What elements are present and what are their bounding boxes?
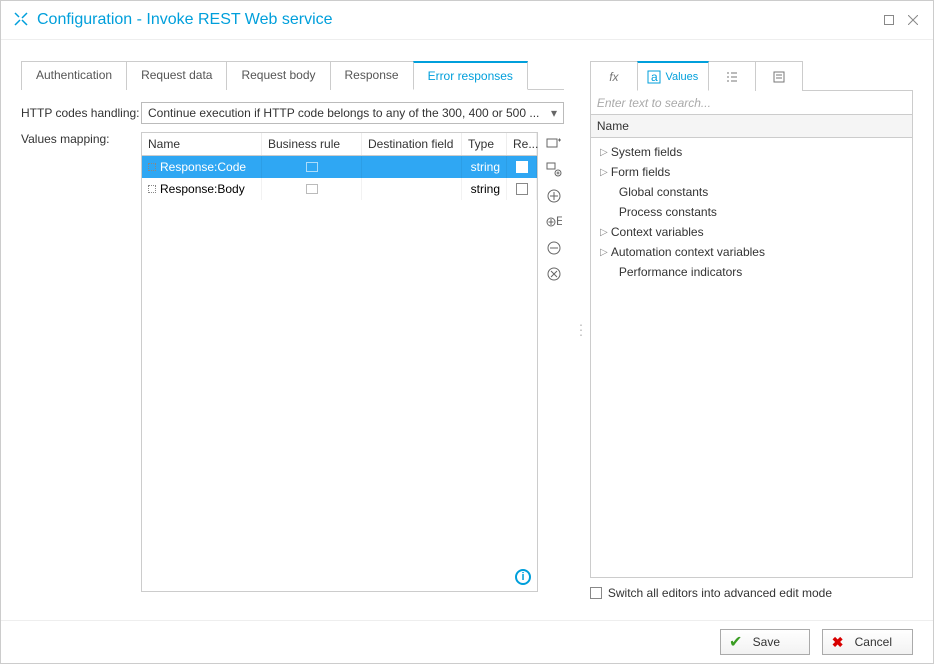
tab-authentication[interactable]: Authentication	[21, 61, 127, 90]
values-mapping-table: Name Business rule Destination field Typ…	[141, 132, 538, 592]
re-checkbox[interactable]	[516, 161, 528, 173]
tab-list[interactable]	[708, 61, 756, 91]
maximize-icon[interactable]	[881, 12, 897, 28]
expand-icon[interactable]: ▷	[597, 167, 611, 178]
cancel-icon: ✖	[831, 635, 845, 649]
switch-advanced-checkbox[interactable]	[590, 587, 602, 599]
left-pane: Authentication Request data Request body…	[21, 60, 564, 600]
tab-form[interactable]	[755, 61, 803, 91]
col-business-rule[interactable]: Business rule	[262, 133, 362, 155]
rule-icon[interactable]	[306, 162, 318, 172]
add-icon[interactable]	[544, 186, 564, 206]
drag-handle-icon[interactable]	[148, 185, 156, 193]
delete-icon[interactable]	[544, 264, 564, 284]
tab-values[interactable]: a Values	[637, 61, 709, 91]
expand-icon[interactable]: ▷	[597, 227, 611, 238]
check-icon: ✔	[729, 635, 743, 649]
tree-item-automation-context-variables[interactable]: ▷Automation context variables	[591, 242, 912, 262]
expand-icon[interactable]: ▷	[597, 247, 611, 258]
tree-item-process-constants[interactable]: Process constants	[591, 202, 912, 222]
close-icon[interactable]	[905, 12, 921, 28]
col-type[interactable]: Type	[462, 133, 507, 155]
tree-item-system-fields[interactable]: ▷System fields	[591, 142, 912, 162]
tree-item-context-variables[interactable]: ▷Context variables	[591, 222, 912, 242]
table-row[interactable]: Response:Body string	[142, 178, 537, 200]
cancel-button[interactable]: ✖ Cancel	[822, 629, 913, 655]
table-row[interactable]: Response:Code string	[142, 156, 537, 178]
tree-header-name[interactable]: Name	[590, 115, 913, 138]
tab-request-body[interactable]: Request body	[226, 61, 330, 90]
info-icon[interactable]: i	[515, 569, 531, 585]
tools-icon	[13, 11, 29, 30]
chevron-down-icon: ▾	[551, 106, 557, 120]
http-handling-value: Continue execution if HTTP code belongs …	[148, 106, 539, 120]
add-sublink-icon[interactable]	[544, 160, 564, 180]
http-handling-dropdown[interactable]: Continue execution if HTTP code belongs …	[141, 102, 564, 124]
tree-item-form-fields[interactable]: ▷Form fields	[591, 162, 912, 182]
col-destination-field[interactable]: Destination field	[362, 133, 462, 155]
table-actions: E	[544, 132, 564, 284]
col-re[interactable]: Re...	[507, 133, 537, 155]
re-checkbox[interactable]	[516, 183, 528, 195]
tree-item-performance-indicators[interactable]: Performance indicators	[591, 262, 912, 282]
titlebar: Configuration - Invoke REST Web service	[1, 1, 933, 40]
values-tree: ▷System fields ▷Form fields Global const…	[590, 138, 913, 578]
add-e-icon[interactable]: E	[544, 212, 564, 232]
add-link-icon[interactable]	[544, 134, 564, 154]
tab-response[interactable]: Response	[330, 61, 414, 90]
rule-icon[interactable]	[306, 184, 318, 194]
svg-text:E: E	[556, 214, 562, 228]
expand-icon[interactable]: ▷	[597, 147, 611, 158]
config-window: Configuration - Invoke REST Web service …	[0, 0, 934, 664]
tab-request-data[interactable]: Request data	[126, 61, 227, 90]
remove-icon[interactable]	[544, 238, 564, 258]
drag-handle-icon[interactable]	[148, 163, 156, 171]
tab-fx[interactable]: fx	[590, 61, 638, 91]
save-button[interactable]: ✔ Save	[720, 629, 810, 655]
tab-error-responses[interactable]: Error responses	[413, 61, 528, 90]
window-title: Configuration - Invoke REST Web service	[37, 11, 333, 29]
tree-item-global-constants[interactable]: Global constants	[591, 182, 912, 202]
main-tabs: Authentication Request data Request body…	[21, 60, 564, 90]
pane-resize-handle[interactable]	[574, 60, 580, 600]
right-pane: fx a Values Enter text to search... Name…	[590, 60, 913, 600]
svg-text:a: a	[651, 70, 658, 84]
search-input[interactable]: Enter text to search...	[590, 91, 913, 115]
http-handling-label: HTTP codes handling:	[21, 106, 141, 120]
switch-advanced-label: Switch all editors into advanced edit mo…	[608, 586, 832, 600]
values-mapping-label: Values mapping:	[21, 132, 141, 146]
col-name[interactable]: Name	[142, 133, 262, 155]
